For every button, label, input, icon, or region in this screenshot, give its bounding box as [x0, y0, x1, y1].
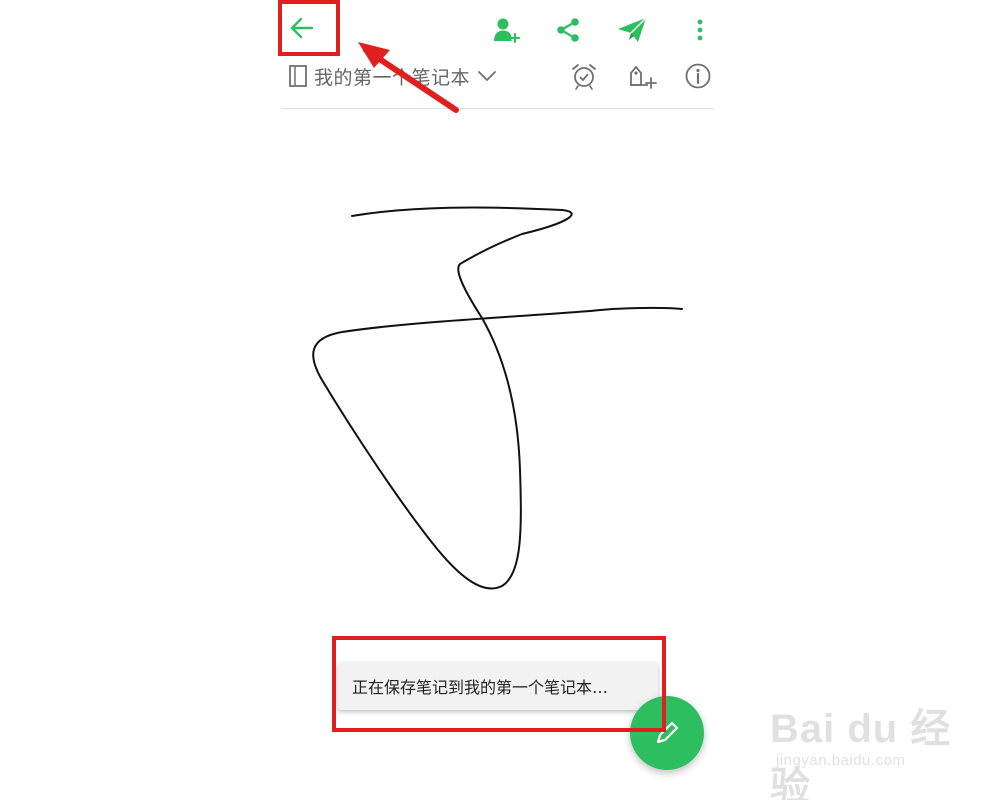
tag-add-icon	[630, 65, 657, 89]
reminder-button[interactable]	[566, 58, 602, 94]
share-button[interactable]	[548, 10, 588, 50]
info-icon	[685, 63, 711, 89]
send-button[interactable]	[610, 10, 654, 50]
more-vertical-icon	[697, 19, 703, 41]
watermark-brand: Bai du 经验	[770, 707, 952, 800]
watermark-url: jingyan.baidu.com	[776, 752, 906, 769]
paper-plane-icon	[618, 17, 647, 42]
note-editor-screen: 我的第一个笔记本 正在保存笔记到我的第一个笔记本… Bai du 经验 jing…	[0, 0, 1000, 800]
alarm-check-icon	[572, 64, 596, 90]
annotation-box-toast	[332, 636, 666, 732]
share-icon	[557, 18, 579, 42]
add-tag-button[interactable]	[624, 58, 660, 94]
annotation-arrow	[358, 42, 459, 113]
notebook-icon	[289, 65, 307, 87]
annotation-box-back	[278, 0, 340, 56]
more-options-button[interactable]	[680, 10, 720, 50]
add-collaborator-button[interactable]	[486, 10, 526, 50]
note-canvas[interactable]	[282, 110, 714, 650]
add-user-icon	[494, 18, 520, 43]
baidu-watermark: Bai du 经验 jingyan.baidu.com	[764, 688, 964, 800]
note-info-button[interactable]	[680, 58, 716, 94]
handwritten-stroke	[312, 206, 683, 590]
